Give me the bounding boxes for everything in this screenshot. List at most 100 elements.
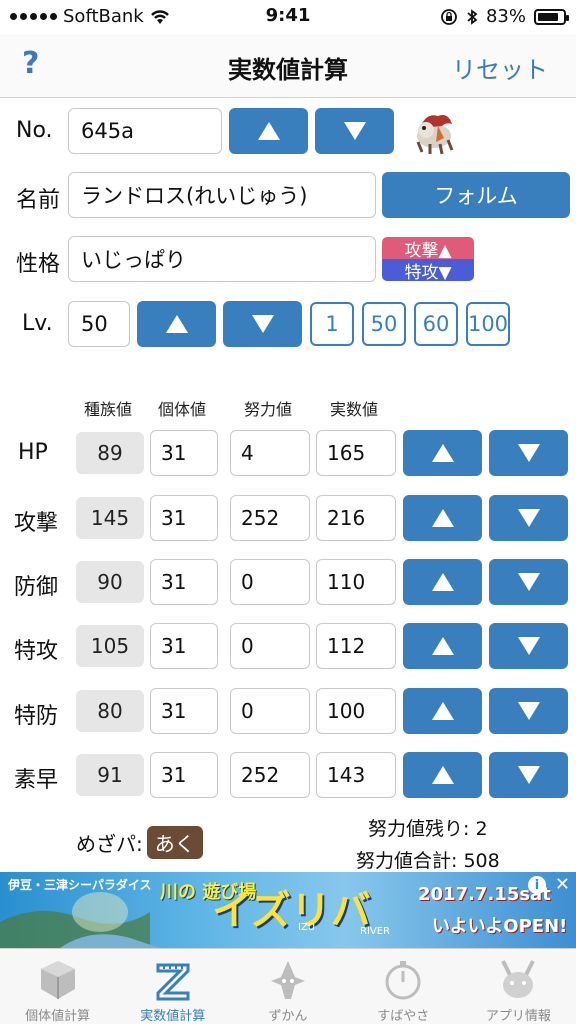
stat-name: 特攻 <box>14 639 59 664</box>
ev-field[interactable]: 0 <box>230 559 310 605</box>
up-arrow-icon <box>431 702 454 720</box>
tab-speed[interactable]: すばやさ <box>346 949 461 1024</box>
down-arrow-icon <box>517 509 540 527</box>
actual-field[interactable]: 143 <box>316 752 396 798</box>
ev-field[interactable]: 0 <box>230 688 310 734</box>
base-stat: 80 <box>76 690 144 732</box>
level-field[interactable]: 50 <box>68 301 130 347</box>
battery-percent: 83% <box>485 6 526 27</box>
base-stat: 145 <box>76 497 144 539</box>
iv-field[interactable]: 31 <box>150 495 218 541</box>
up-arrow-icon <box>431 637 454 655</box>
tab-actual-calc[interactable]: 実数値計算 <box>115 949 230 1024</box>
level-down-button[interactable] <box>223 301 302 347</box>
actual-field[interactable]: 100 <box>316 688 396 734</box>
ev-field[interactable]: 252 <box>230 752 310 798</box>
stat-name: HP <box>18 440 48 465</box>
tab-label: 実数値計算 <box>140 1009 206 1024</box>
ev-total: 努力値合計: 508 <box>356 850 500 872</box>
tab-label: アプリ情報 <box>485 1009 551 1024</box>
up-arrow-icon <box>431 509 454 527</box>
stat-name: 攻撃 <box>14 511 59 536</box>
actual-field[interactable]: 110 <box>316 559 396 605</box>
no-label: No. <box>16 118 53 143</box>
ad-close-icon[interactable]: ✕ <box>555 874 570 895</box>
up-arrow-icon <box>431 573 454 591</box>
tab-label: 個体値計算 <box>25 1009 91 1024</box>
up-arrow-icon <box>431 444 454 462</box>
actual-field[interactable]: 216 <box>316 495 396 541</box>
navigation-bar: ? 実数値計算 リセット <box>0 34 576 98</box>
ev-field[interactable]: 4 <box>230 430 310 476</box>
name-field[interactable]: ランドロス(れいじゅう) <box>68 172 376 218</box>
level-preset-1[interactable]: 1 <box>310 302 354 346</box>
level-preset-100[interactable]: 100 <box>466 302 510 346</box>
stat-down-button[interactable] <box>489 752 568 798</box>
level-preset-60[interactable]: 60 <box>414 302 458 346</box>
stat-down-button[interactable] <box>489 559 568 605</box>
ev-remaining: 努力値残り: 2 <box>368 818 488 840</box>
down-arrow-icon <box>517 766 540 784</box>
stat-down-button[interactable] <box>489 430 568 476</box>
ev-field[interactable]: 0 <box>230 623 310 669</box>
pikachu-icon <box>501 960 536 998</box>
header-base: 種族値 <box>84 400 133 419</box>
status-right: 83% <box>440 6 569 27</box>
stat-up-button[interactable] <box>403 559 482 605</box>
stat-up-button[interactable] <box>403 688 482 734</box>
ad-banner[interactable]: 伊豆・三津シーパラダイス 川の 遊び場 イズリバ IZU RIVER 2017.… <box>0 872 576 948</box>
ruler-icon <box>156 963 190 1001</box>
level-label: Lv. <box>22 311 53 336</box>
tab-pokedex[interactable]: ずかん <box>230 949 345 1024</box>
down-arrow-icon <box>517 573 540 591</box>
stat-down-button[interactable] <box>489 495 568 541</box>
ad-brand: 伊豆・三津シーパラダイス <box>8 878 152 892</box>
nature-up-badge: 攻撃▲ <box>382 237 474 261</box>
actual-field[interactable]: 165 <box>316 430 396 476</box>
iv-field[interactable]: 31 <box>150 430 218 476</box>
ad-sub-izu: IZU <box>298 922 316 933</box>
hidden-power: めざパ: あく <box>76 826 203 859</box>
stat-name: 素早 <box>14 768 59 793</box>
level-preset-50[interactable]: 50 <box>362 302 406 346</box>
battery-icon <box>534 8 569 25</box>
ad-headline: イズリバ <box>212 888 371 934</box>
stat-name: 特防 <box>14 704 59 729</box>
battery-fill <box>538 12 558 21</box>
base-stat: 91 <box>76 754 144 796</box>
tab-label: ずかん <box>268 1009 308 1024</box>
stat-up-button[interactable] <box>403 430 482 476</box>
tab-label: すばやさ <box>377 1009 430 1024</box>
stat-name: 防御 <box>14 575 59 600</box>
hidden-power-type-badge: あく <box>146 826 203 859</box>
no-field[interactable]: 645a <box>68 108 222 154</box>
ev-field[interactable]: 252 <box>230 495 310 541</box>
ad-sub-river: RIVER <box>360 926 391 937</box>
pokemon-sprite <box>416 115 454 155</box>
tab-iv-calc[interactable]: 個体値計算 <box>0 949 115 1024</box>
iv-field[interactable]: 31 <box>150 752 218 798</box>
header-actual: 実数値 <box>330 400 379 419</box>
iv-field[interactable]: 31 <box>150 623 218 669</box>
base-stat: 89 <box>76 432 144 474</box>
nature-field[interactable]: いじっぱり <box>68 236 376 282</box>
ad-open: いよいよOPEN! <box>432 916 568 937</box>
iv-field[interactable]: 31 <box>150 559 218 605</box>
form-button[interactable]: フォルム <box>382 172 570 218</box>
ad-info-icon[interactable]: i <box>528 876 546 894</box>
stat-up-button[interactable] <box>403 752 482 798</box>
up-arrow-icon <box>165 315 188 333</box>
reset-button[interactable]: リセット <box>452 50 548 85</box>
actual-field[interactable]: 112 <box>316 623 396 669</box>
stat-down-button[interactable] <box>489 623 568 669</box>
status-bar: SoftBank 9:41 83% <box>0 0 576 34</box>
stat-up-button[interactable] <box>403 623 482 669</box>
no-down-button[interactable] <box>315 108 394 154</box>
iv-field[interactable]: 31 <box>150 688 218 734</box>
tab-app-info[interactable]: アプリ情報 <box>461 949 576 1024</box>
level-up-button[interactable] <box>137 301 216 347</box>
no-up-button[interactable] <box>229 108 308 154</box>
stat-down-button[interactable] <box>489 688 568 734</box>
stat-up-button[interactable] <box>403 495 482 541</box>
hidden-power-label: めざパ: <box>76 832 143 856</box>
